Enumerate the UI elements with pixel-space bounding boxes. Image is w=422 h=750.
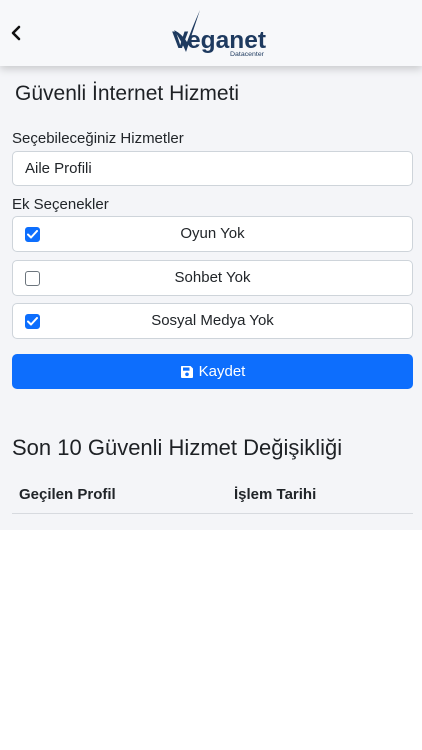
page-title: Güvenli İnternet Hizmeti [15, 82, 240, 105]
extras-label: Ek Seçenekler [12, 196, 109, 213]
logo-brand-text: Veganet [172, 27, 266, 54]
back-button[interactable] [4, 20, 28, 46]
veganet-logo: Veganet Datacenter [168, 8, 272, 60]
app-screen: Veganet Datacenter Güvenli İnternet Hizm… [0, 0, 422, 530]
logo-tagline-text: Datacenter [230, 51, 265, 58]
column-header-date: İşlem Tarihi [234, 486, 317, 503]
option-sohbet-yok[interactable]: Sohbet Yok [12, 260, 413, 296]
services-selected-value: Aile Profili [25, 160, 92, 177]
option-sosyal-medya-yok-label: Sosyal Medya Yok [151, 312, 274, 329]
option-sosyal-medya-yok[interactable]: Sosyal Medya Yok [12, 303, 413, 339]
chevron-left-icon [11, 25, 21, 41]
column-header-profile: Geçilen Profil [19, 486, 116, 503]
save-button-label: Kaydet [198, 363, 246, 380]
services-label: Seçebileceğiniz Hizmetler [12, 130, 184, 147]
app-header: Veganet Datacenter [0, 0, 422, 66]
history-title: Son 10 Güvenli Hizmet Değişikliği [12, 435, 343, 460]
save-button[interactable]: Kaydet [12, 354, 413, 389]
floppy-disk-icon [180, 365, 193, 378]
services-select[interactable]: Aile Profili [12, 151, 413, 186]
option-sohbet-yok-label: Sohbet Yok [174, 269, 251, 286]
option-oyun-yok[interactable]: Oyun Yok [12, 216, 413, 252]
history-table: Geçilen Profil İşlem Tarihi [12, 476, 413, 514]
history-table-header: Geçilen Profil İşlem Tarihi [12, 476, 413, 514]
option-oyun-yok-label: Oyun Yok [180, 225, 245, 242]
